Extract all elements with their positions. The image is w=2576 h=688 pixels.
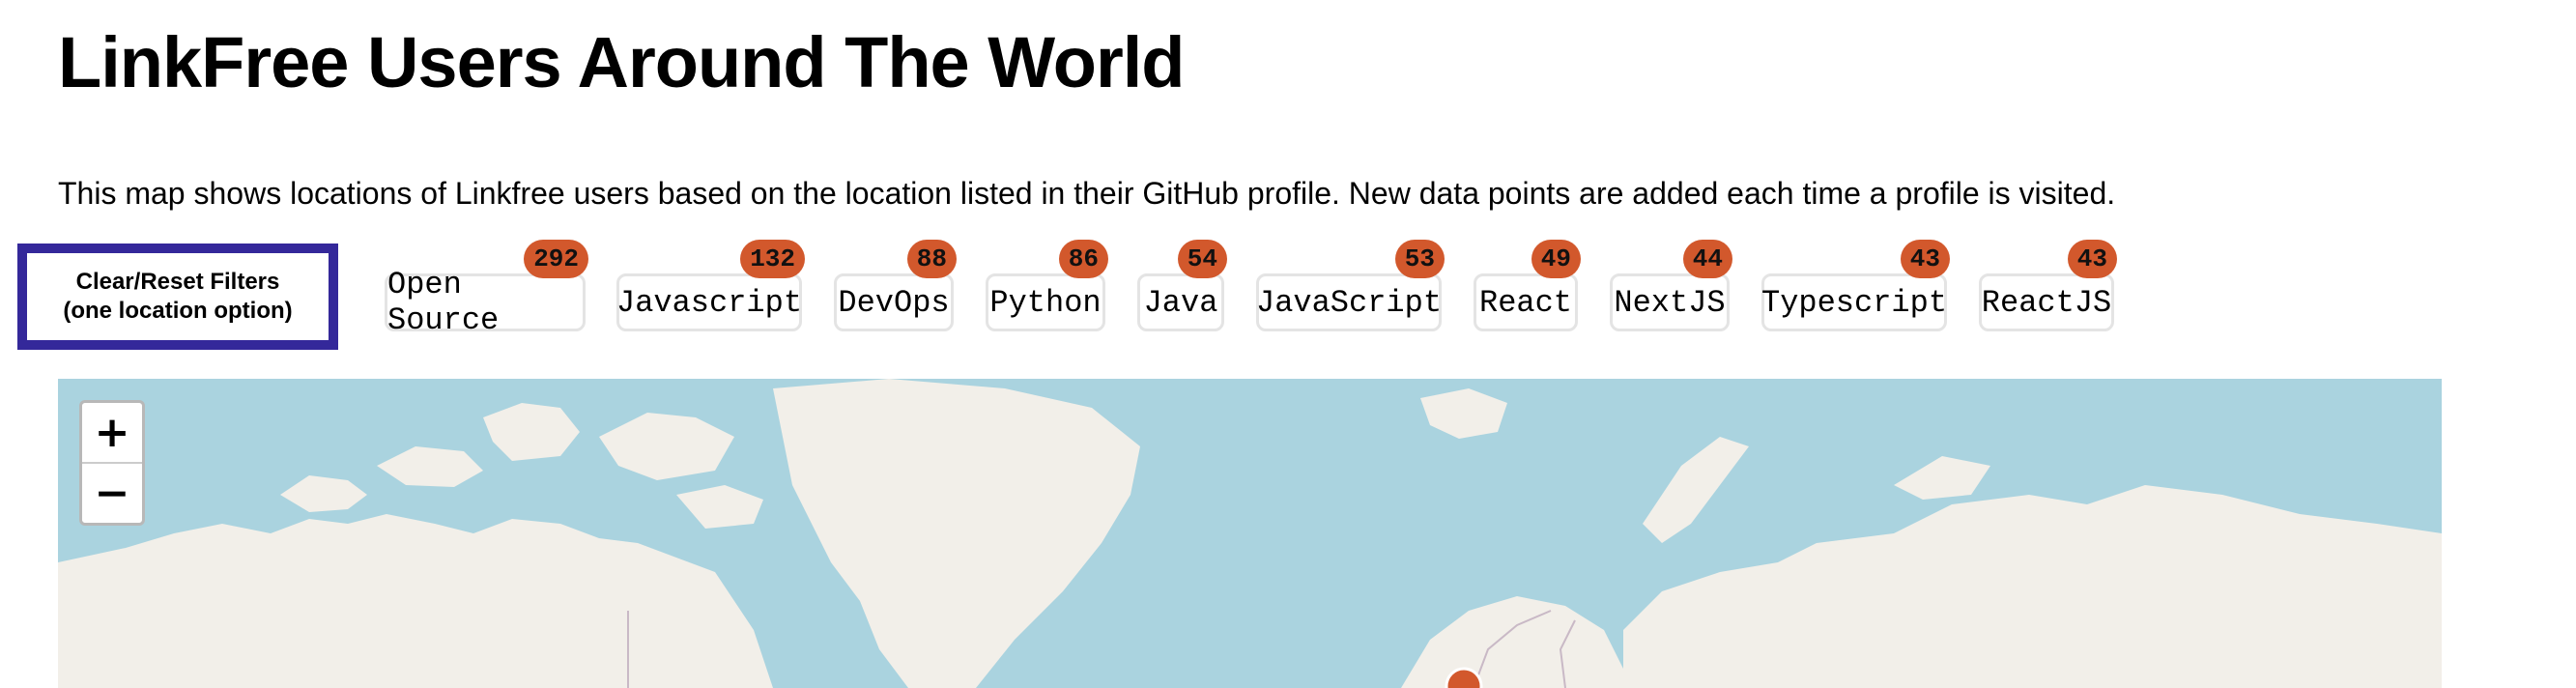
map-land-arctic-island [599,413,734,480]
reset-button-sublabel: (one location option) [63,298,293,324]
tag-count-badge: 292 [524,240,588,278]
map-land-svalbard [1420,388,1507,439]
map-land-siberia [1623,485,2442,688]
tag-javascript-alt[interactable]: JavaScript 53 [1255,240,1445,331]
tag-count-badge: 49 [1531,240,1581,278]
tag-count-badge: 88 [906,240,957,278]
page-title: LinkFree Users Around The World [58,22,1186,102]
world-map[interactable]: + − [58,379,2442,688]
tag-label: DevOps [838,284,950,321]
map-land-arctic-island [676,485,763,529]
tag-count-badge: 54 [1177,240,1227,278]
tag-label: React [1478,284,1572,321]
tag-label: Typescript [1760,284,1948,321]
tag-count-badge: 53 [1394,240,1445,278]
tag-label: JavaScript [1255,284,1443,321]
tag-label: Python [989,284,1102,321]
tag-label: Javascript [615,284,803,321]
tag-count-badge: 132 [740,240,805,278]
tag-label: Java [1143,284,1218,321]
map-land-arctic-island [483,403,580,461]
tag-count-badge: 86 [1058,240,1108,278]
reset-button-label: Clear/Reset Filters [75,269,280,295]
map-land-arctic-island [280,475,367,512]
tag-devops[interactable]: DevOps 88 [834,240,957,331]
map-land-scandinavia [1401,596,1623,688]
map-land-novaya-zemlya [1643,437,1749,543]
tag-java[interactable]: Java 54 [1137,240,1227,331]
tag-javascript[interactable]: Javascript 132 [615,240,805,331]
tag-reactjs[interactable]: ReactJS 43 [1979,240,2117,331]
map-land-canada [58,514,773,688]
clear-reset-filters-button[interactable]: Clear/Reset Filters (one location option… [17,244,338,350]
tag-nextjs[interactable]: NextJS 44 [1610,240,1732,331]
tag-label: NextJS [1614,284,1726,321]
tag-python[interactable]: Python 86 [986,240,1108,331]
tag-label: ReactJS [1981,284,2112,321]
tag-count-badge: 43 [2067,240,2117,278]
tag-react[interactable]: React 49 [1474,240,1581,331]
zoom-out-button[interactable]: − [82,464,142,523]
zoom-controls: + − [79,400,145,526]
map-land-greenland [773,379,1140,688]
tag-typescript[interactable]: Typescript 43 [1760,240,1950,331]
map-land-severnaya-zemlya [1894,456,1990,500]
tag-count-badge: 44 [1682,240,1732,278]
zoom-in-button[interactable]: + [82,403,142,464]
page-description: This map shows locations of Linkfree use… [58,176,2116,211]
tag-count-badge: 43 [1900,240,1950,278]
tag-open-source[interactable]: Open Source 292 [385,240,588,338]
map-land-arctic-island [377,446,483,487]
map-tiles [58,379,2442,688]
